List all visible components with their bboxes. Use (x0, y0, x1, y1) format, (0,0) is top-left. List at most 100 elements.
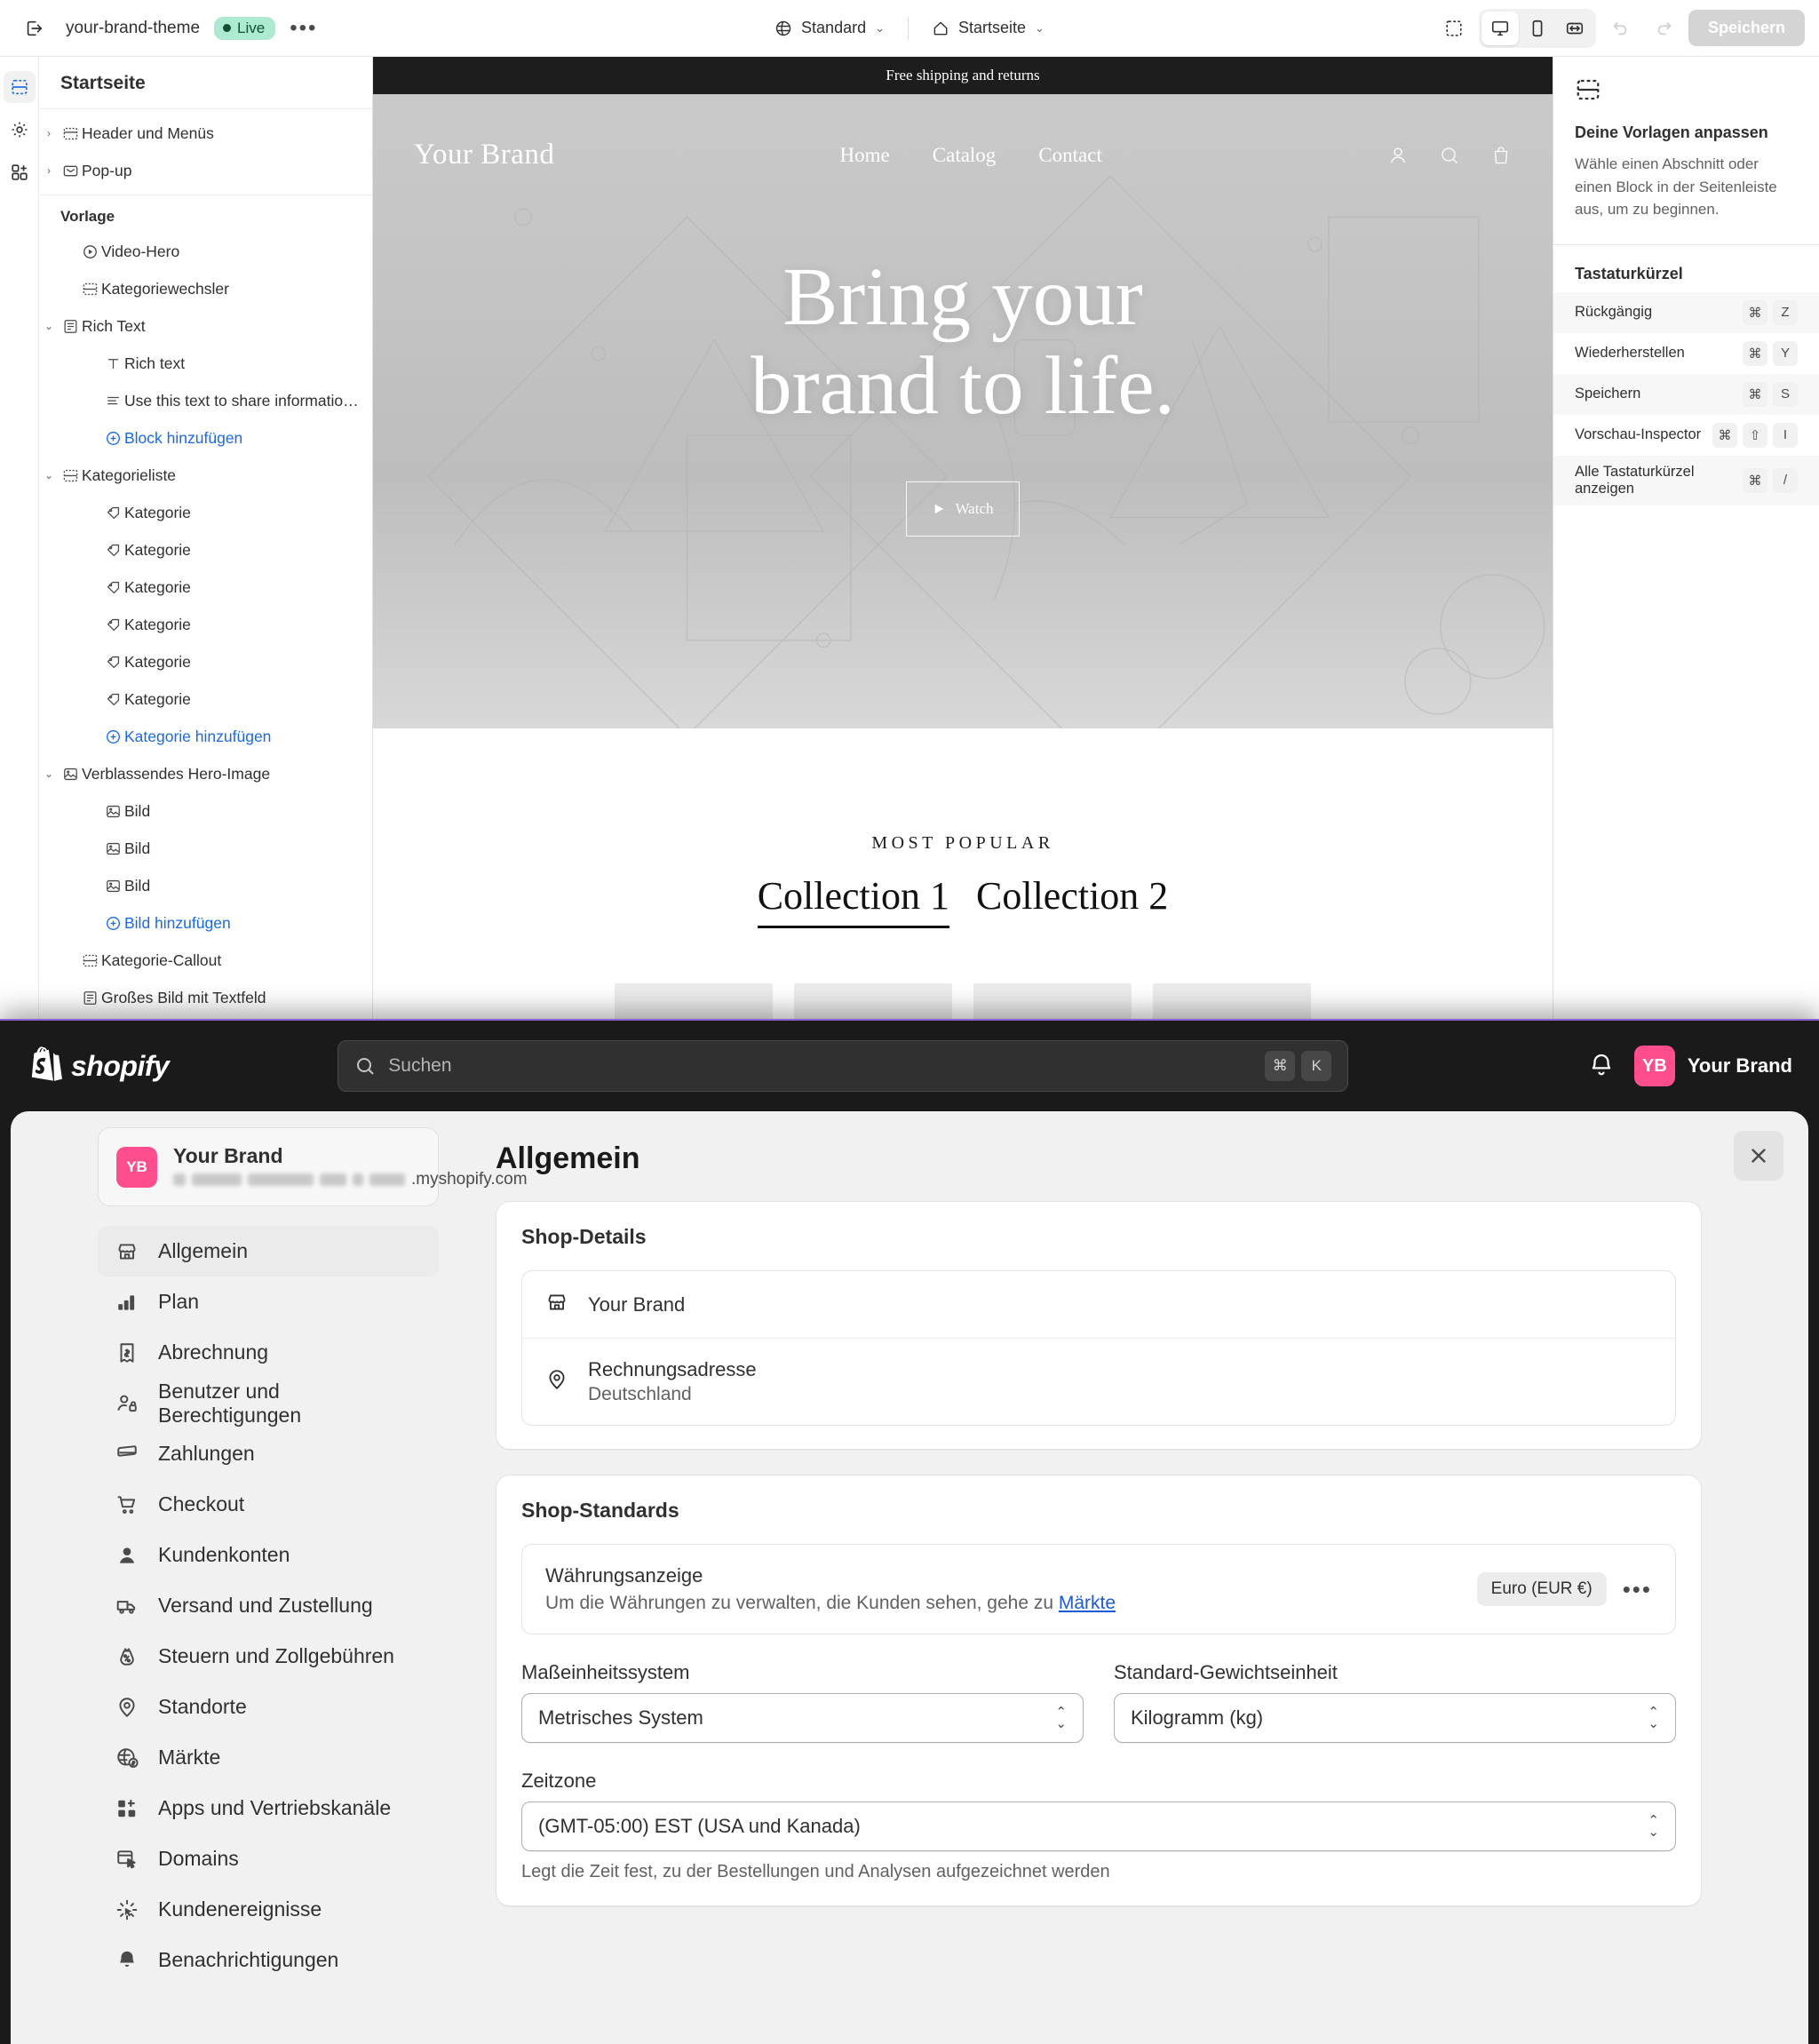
sidebar-item-header[interactable]: › Header und Menüs (39, 115, 372, 152)
sidebar-tree-item[interactable]: Kategoriewechsler (39, 270, 372, 307)
sidebar-item-label: Rich Text (82, 316, 146, 335)
settings-nav-item-domains[interactable]: Domains (98, 1833, 439, 1884)
page-label: Startseite (958, 19, 1027, 36)
settings-nav-item-apps-und-vertriebskanäle[interactable]: Apps und Vertriebskanäle (98, 1783, 439, 1833)
exit-icon[interactable] (16, 11, 52, 46)
currency-row: Währungsanzeige Um die Währungen zu verw… (522, 1545, 1675, 1634)
settings-nav-item-abrechnung[interactable]: Abrechnung (98, 1327, 439, 1378)
sidebar-tree-item[interactable]: Großes Bild mit Textfeld (39, 979, 372, 1016)
sidebar-item-label: Bild (124, 839, 151, 857)
admin-topbar: shopify Suchen ⌘ K YB Your Brand (0, 1021, 1819, 1111)
billing-address-value: Deutschland (588, 1384, 692, 1404)
shopify-logo[interactable]: shopify (27, 1046, 170, 1086)
preview-nav-catalog[interactable]: Catalog (933, 144, 997, 167)
sections-icon[interactable] (3, 71, 36, 103)
desktop-icon[interactable] (1481, 11, 1519, 45)
tab-collection-1[interactable]: Collection 1 (757, 873, 949, 928)
sidebar-tree-item[interactable]: Bild (39, 867, 372, 904)
locale-label: Standard (801, 19, 867, 36)
chevron-down-icon[interactable]: ⌄ (39, 320, 59, 332)
unit-system-select[interactable]: Metrisches System ⌃ ⌄ (521, 1693, 1084, 1743)
sidebar-tree-item[interactable]: ⌄ Rich Text (39, 307, 372, 345)
settings-nav-item-kundenkonten[interactable]: Kundenkonten (98, 1530, 439, 1580)
close-icon[interactable] (1734, 1131, 1783, 1181)
currency-title: Währungsanzeige (545, 1564, 703, 1587)
chevron-down-icon[interactable]: ⌄ (39, 469, 59, 481)
sidebar-tree-item[interactable]: Kategorie (39, 606, 372, 643)
settings-nav-item-allgemein[interactable]: Allgemein (98, 1226, 439, 1277)
settings-nav-item-checkout[interactable]: Checkout (98, 1479, 439, 1530)
bell-icon[interactable] (1588, 1051, 1615, 1082)
settings-nav-label: Abrechnung (158, 1340, 269, 1364)
sidebar-tree-item[interactable]: Kategorie (39, 494, 372, 531)
sidebar-item-label: Video-Hero (101, 242, 180, 260)
settings-nav-item-standorte[interactable]: Standorte (98, 1682, 439, 1732)
chevron-updown-icon: ⌃ ⌄ (1648, 1704, 1659, 1731)
settings-nav-item-steuern-und-zollgebühren[interactable]: Steuern und Zollgebühren (98, 1631, 439, 1682)
preview-nav-home[interactable]: Home (840, 144, 890, 167)
store-name-row[interactable]: Your Brand (522, 1271, 1675, 1338)
settings-nav-item-plan[interactable]: Plan (98, 1277, 439, 1327)
settings-gear-icon[interactable] (4, 114, 36, 146)
sidebar-tree-item[interactable]: Kategorie (39, 643, 372, 680)
page-selector[interactable]: Startseite ⌄ (921, 12, 1055, 44)
preview-nav-contact[interactable]: Contact (1038, 144, 1102, 167)
admin-topbar-right: YB Your Brand (1588, 1046, 1792, 1086)
sidebar-item-popup[interactable]: › Pop-up (39, 152, 372, 189)
sidebar-tree-item[interactable]: Bild (39, 830, 372, 867)
timezone-help: Legt die Zeit fest, zu der Bestellungen … (521, 1862, 1110, 1881)
selection-inspector-icon[interactable] (1436, 11, 1472, 46)
settings-modal: YB Your Brand .myshopify.com Allgemein P… (11, 1111, 1808, 2044)
weight-unit-select[interactable]: Kilogramm (kg) ⌃ ⌄ (1114, 1693, 1676, 1743)
account-icon[interactable] (1387, 145, 1409, 166)
sidebar-tree-item[interactable]: Block hinzufügen (39, 419, 372, 457)
sidebar-tree-item[interactable]: Kategorie-Callout (39, 942, 372, 979)
save-button[interactable]: Speichern (1688, 10, 1805, 46)
search-input[interactable]: Suchen ⌘ K (338, 1040, 1349, 1092)
store-menu-button[interactable]: YB Your Brand (1633, 1046, 1792, 1086)
sidebar-tree-item[interactable]: Rich text (39, 345, 372, 382)
sidebar-tree-item[interactable]: Use this text to share information... (39, 382, 372, 419)
billing-address-row[interactable]: Rechnungsadresse Deutschland (522, 1338, 1675, 1425)
sidebar-tree-item[interactable]: Bild (39, 792, 372, 830)
settings-nav-item-versand-und-zustellung[interactable]: Versand und Zustellung (98, 1580, 439, 1631)
shortcut-key: ⌘ (1743, 467, 1767, 493)
sidebar-tree-item[interactable]: ⌄ Kategorieliste (39, 457, 372, 494)
sidebar-tree-item[interactable]: ⌄ Verblassendes Hero-Image (39, 755, 372, 792)
fullwidth-icon[interactable] (1556, 12, 1593, 45)
settings-nav-item-märkte[interactable]: Märkte (98, 1732, 439, 1783)
settings-nav-item-zahlungen[interactable]: Zahlungen (98, 1428, 439, 1479)
currency-more-button[interactable]: ••• (1623, 1576, 1652, 1603)
chevron-down-icon[interactable]: ⌄ (39, 767, 59, 780)
locale-selector[interactable]: Standard ⌄ (764, 12, 895, 44)
avatar: YB (1633, 1046, 1675, 1086)
settings-nav-item-benachrichtigungen[interactable]: Benachrichtigungen (98, 1935, 439, 1985)
apps-icon[interactable] (4, 156, 36, 188)
richtext-icon (59, 318, 82, 335)
markets-link[interactable]: Märkte (1059, 1593, 1116, 1613)
search-icon[interactable] (1439, 145, 1460, 166)
sidebar-tree-item[interactable]: Kategorie (39, 680, 372, 718)
settings-nav-item-benutzer-und-berechtigungen[interactable]: Benutzer und Berechtigungen (98, 1378, 439, 1428)
sidebar-tree-item[interactable]: Video-Hero (39, 233, 372, 270)
watch-button[interactable]: Watch (906, 481, 1020, 537)
sidebar-tree-item[interactable]: Kategorie hinzufügen (39, 718, 372, 755)
timezone-select[interactable]: (GMT-05:00) EST (USA und Kanada) ⌃ ⌄ (521, 1801, 1676, 1851)
sidebar-item-label: Kategorie (124, 689, 191, 708)
cart-icon[interactable] (1490, 145, 1512, 166)
sidebar-tree-item[interactable]: Kategorie (39, 531, 372, 569)
collections-tabs: Collection 1 Collection 2 (373, 873, 1553, 928)
tax-bag-icon (114, 1645, 140, 1668)
live-dot-icon (223, 24, 232, 32)
sidebar-tree-item[interactable]: Kategorie (39, 569, 372, 606)
mobile-icon[interactable] (1519, 12, 1556, 45)
undo-icon[interactable] (1603, 11, 1639, 46)
redo-icon[interactable] (1646, 11, 1681, 46)
sidebar-item-label: Kategorie-Callout (101, 950, 222, 969)
tab-collection-2[interactable]: Collection 2 (976, 873, 1168, 928)
theme-more-button[interactable]: ••• (290, 17, 317, 39)
store-card[interactable]: YB Your Brand .myshopify.com (98, 1127, 528, 1206)
settings-nav-item-kundenereignisse[interactable]: Kundenereignisse (98, 1884, 439, 1935)
sidebar-tree-item[interactable]: Bild hinzufügen (39, 904, 372, 942)
page-title: Allgemein (496, 1141, 640, 1175)
